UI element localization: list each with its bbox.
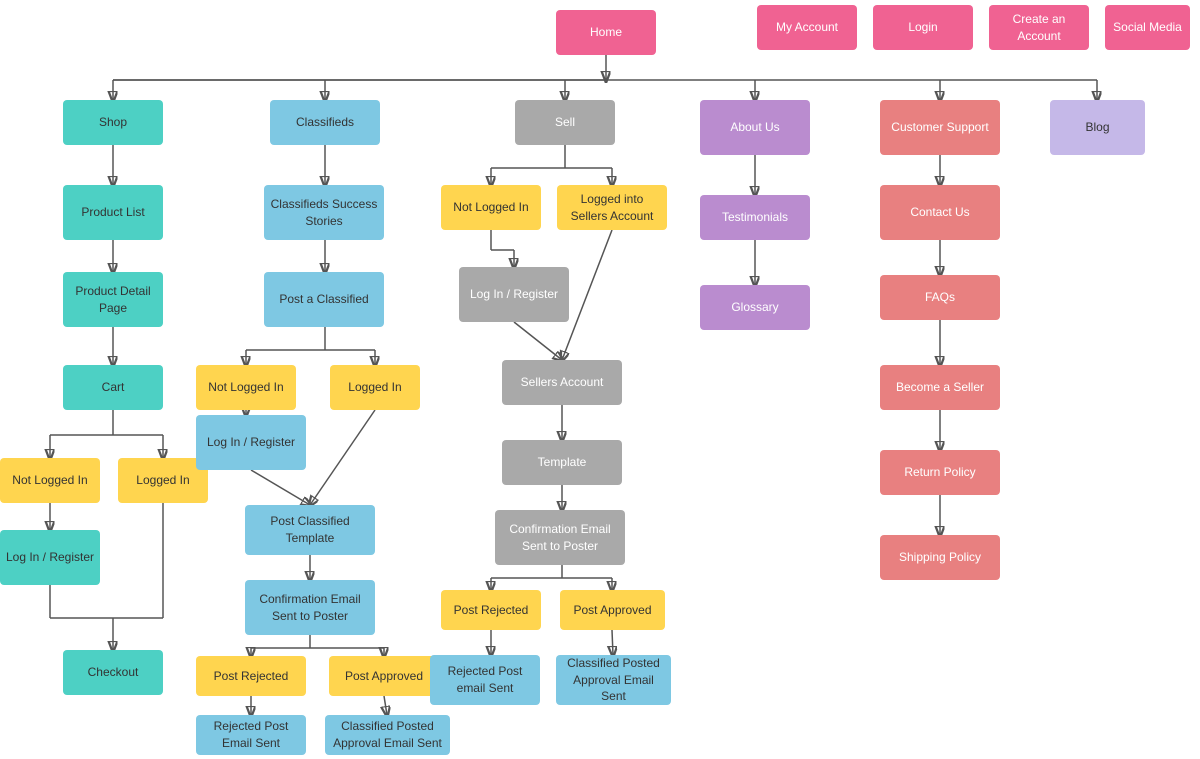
confirmation-email-classified-node[interactable]: Confirmation Email Sent to Poster [245, 580, 375, 635]
glossary-node[interactable]: Glossary [700, 285, 810, 330]
logged-in-cart-node[interactable]: Logged In [118, 458, 208, 503]
login-register-classified-node[interactable]: Log In / Register [196, 415, 306, 470]
login-register-sell-node[interactable]: Log In / Register [459, 267, 569, 322]
diagram: Home My Account Login Create an Account … [0, 0, 1200, 759]
sellers-account-node[interactable]: Sellers Account [502, 360, 622, 405]
not-logged-in-cart-node[interactable]: Not Logged In [0, 458, 100, 503]
checkout-node[interactable]: Checkout [63, 650, 163, 695]
confirmation-email-sell-node[interactable]: Confirmation Email Sent to Poster [495, 510, 625, 565]
blog-node[interactable]: Blog [1050, 100, 1145, 155]
my-account-node[interactable]: My Account [757, 5, 857, 50]
login-register-cart-node[interactable]: Log In / Register [0, 530, 100, 585]
post-rejected-classified-node[interactable]: Post Rejected [196, 656, 306, 696]
social-media-node[interactable]: Social Media [1105, 5, 1190, 50]
cart-node[interactable]: Cart [63, 365, 163, 410]
sell-node[interactable]: Sell [515, 100, 615, 145]
post-rejected-sell-node[interactable]: Post Rejected [441, 590, 541, 630]
not-logged-in-classified-node[interactable]: Not Logged In [196, 365, 296, 410]
customer-support-node[interactable]: Customer Support [880, 100, 1000, 155]
return-policy-node[interactable]: Return Policy [880, 450, 1000, 495]
product-detail-node[interactable]: Product Detail Page [63, 272, 163, 327]
not-logged-in-sell-node[interactable]: Not Logged In [441, 185, 541, 230]
product-list-node[interactable]: Product List [63, 185, 163, 240]
template-sell-node[interactable]: Template [502, 440, 622, 485]
login-node[interactable]: Login [873, 5, 973, 50]
classified-posted-classified-node[interactable]: Classified Posted Approval Email Sent [325, 715, 450, 755]
rejected-post-sell-node[interactable]: Rejected Post email Sent [430, 655, 540, 705]
shipping-policy-node[interactable]: Shipping Policy [880, 535, 1000, 580]
create-account-node[interactable]: Create an Account [989, 5, 1089, 50]
post-classified-template-node[interactable]: Post Classified Template [245, 505, 375, 555]
home-node[interactable]: Home [556, 10, 656, 55]
classified-posted-sell-node[interactable]: Classified Posted Approval Email Sent [556, 655, 671, 705]
testimonials-node[interactable]: Testimonials [700, 195, 810, 240]
post-approved-classified-node[interactable]: Post Approved [329, 656, 439, 696]
logged-in-classified-node[interactable]: Logged In [330, 365, 420, 410]
contact-us-node[interactable]: Contact Us [880, 185, 1000, 240]
classifieds-success-node[interactable]: Classifieds Success Stories [264, 185, 384, 240]
post-classified-node[interactable]: Post a Classified [264, 272, 384, 327]
rejected-post-classified-node[interactable]: Rejected Post Email Sent [196, 715, 306, 755]
classifieds-node[interactable]: Classifieds [270, 100, 380, 145]
logged-into-sellers-node[interactable]: Logged into Sellers Account [557, 185, 667, 230]
become-seller-node[interactable]: Become a Seller [880, 365, 1000, 410]
faqs-node[interactable]: FAQs [880, 275, 1000, 320]
shop-node[interactable]: Shop [63, 100, 163, 145]
post-approved-sell-node[interactable]: Post Approved [560, 590, 665, 630]
about-us-node[interactable]: About Us [700, 100, 810, 155]
